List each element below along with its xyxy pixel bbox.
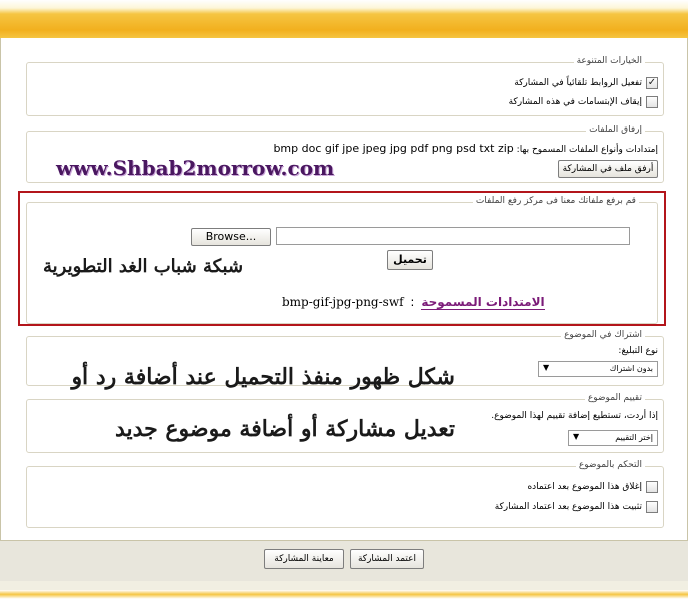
allowed-extensions-line: الامتدادات المسموحة : bmp-gif-jpg-png-sw… [282,295,545,310]
watermark-url: www.Shbab2morrow.com [56,156,335,180]
close-thread-checkbox[interactable] [646,481,658,493]
chevron-down-icon: ▼ [543,363,550,372]
thread-control-legend: التحكم بالموضوع [575,460,645,470]
thread-control-fieldset: التحكم بالموضوع إغلاق هذا الموضوع بعد اع… [26,460,664,528]
caption-line-2: تعديل مشاركة أو أضافة موضوع جديد [114,416,455,442]
auto-links-label: تفعيل الروابط تلقائياً في المشاركة [514,78,642,88]
submit-post-button[interactable]: اعتمد المشاركة [350,549,424,569]
stick-thread-label: تثبيت هذا الموضوع بعد اعتماد المشاركة [494,502,642,512]
allowed-extensions-list: bmp doc gif jpe jpeg jpg pdf png psd txt… [273,142,514,155]
stick-thread-checkbox[interactable] [646,501,658,513]
upload-button[interactable]: تحميل [387,250,433,270]
close-thread-row[interactable]: إغلاق هذا الموضوع بعد اعتماده [527,481,658,493]
auto-links-checkbox[interactable]: ✓ [646,77,658,89]
caption-line-1: شكل ظهور منفذ التحميل عند أضافة رد أو [71,364,455,390]
disable-smilies-label: إيقاف الإبتسامات في هذه المشاركة [508,97,642,107]
attachments-legend: إرفاق الملفات [586,125,645,135]
allowed-extensions-line: إمتدادات وأنواع الملفات المسموح بها: bmp… [273,142,658,155]
notify-type-label: نوع التبليغ: [618,346,658,356]
stick-thread-row[interactable]: تثبيت هذا الموضوع بعد اعتماد المشاركة [495,501,658,513]
rate-value: إختر التقييم [615,433,653,442]
subscribe-legend: اشتراك في الموضوع [561,330,645,340]
notify-type-value: بدون اشتراك [609,364,653,373]
close-thread-label: إغلاق هذا الموضوع بعد اعتماده [527,482,642,492]
watermark-network-name: شبكة شباب الغد التطويرية [43,256,244,277]
disable-smilies-checkbox[interactable] [646,96,658,108]
misc-options-fieldset: الخيارات المتنوعة ✓ تفعيل الروابط تلقائي… [26,56,664,116]
chevron-down-icon: ▼ [573,432,580,441]
allowed-extensions-title: الامتدادات المسموحة [421,295,545,310]
action-bar: اعتمد المشاركة معاينة المشاركة [0,540,688,581]
upload-center-legend: قم برفع ملفاتك معنا فى مركز رفع الملفات [472,196,639,206]
preview-post-button[interactable]: معاينة المشاركة [264,549,344,569]
bottom-footer-bar [0,590,688,601]
misc-options-legend: الخيارات المتنوعة [573,56,645,66]
allowed-extensions-label: إمتدادات وأنواع الملفات المسموح بها: [516,145,658,155]
disable-smilies-row[interactable]: إيقاف الإبتسامات في هذه المشاركة [509,96,658,108]
file-path-input[interactable] [276,227,630,245]
rate-label: إذا أردت، تستطيع إضافة تقييم لهذا الموضو… [491,411,658,421]
auto-links-row[interactable]: ✓ تفعيل الروابط تلقائياً في المشاركة [514,77,658,89]
browse-button[interactable]: Browse... [191,228,271,246]
allowed-extensions-values: bmp-gif-jpg-png-swf [282,295,404,309]
rate-legend: تقييم الموضوع [584,393,645,403]
reply-options-panel: الخيارات المتنوعة ✓ تفعيل الروابط تلقائي… [0,38,688,541]
rate-select[interactable]: إختر التقييم ▼ [568,430,658,446]
top-header-bar [0,0,688,38]
notify-type-select[interactable]: بدون اشتراك ▼ [538,361,658,377]
attach-file-button[interactable]: أرفق ملف في المشاركة [558,160,658,178]
allowed-extensions-separator: : [410,295,415,309]
